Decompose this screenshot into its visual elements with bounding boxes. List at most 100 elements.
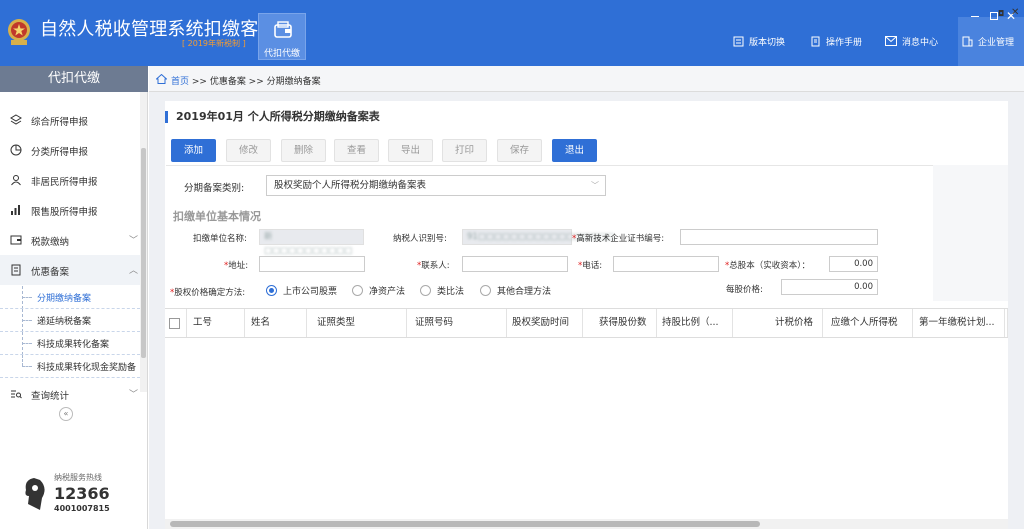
phone-label-text: 电话: <box>582 261 603 271</box>
content-background <box>149 92 1024 101</box>
exit-button[interactable]: 退出 <box>552 139 597 162</box>
wallet-icon <box>10 235 22 245</box>
select-all-checkbox[interactable] <box>169 318 180 329</box>
method-radio-net-assets[interactable]: 净资产法 <box>352 284 405 297</box>
sidebar-item-comprehensive[interactable]: 综合所得申报 <box>0 105 140 135</box>
sidebar-item-tax-payment[interactable]: 税款缴纳 ﹀ <box>0 225 140 255</box>
save-button[interactable]: 保存 <box>497 139 542 162</box>
subitem-label: 分期缴纳备案 <box>37 294 92 304</box>
sidebar-item-restricted-shares[interactable]: 限售股所得申报 <box>0 195 140 225</box>
col-header-id[interactable]: 工号 <box>187 309 245 337</box>
home-icon <box>156 74 167 84</box>
address-input[interactable] <box>259 256 365 272</box>
print-button[interactable]: 打印 <box>442 139 487 162</box>
person-icon <box>11 175 21 186</box>
subitem-label: 科技成果转化备案 <box>37 340 110 350</box>
sidebar-subitem-installment[interactable]: 分期缴纳备案 <box>0 286 140 309</box>
hotline-panel: 纳税服务热线 12366 4001007815 <box>20 472 140 516</box>
wallet-icon <box>274 21 292 38</box>
sidebar-item-label: 查询统计 <box>31 391 70 402</box>
col-header-name[interactable]: 姓名 <box>245 309 307 337</box>
col-header-shares[interactable]: 获得股份数 <box>583 309 657 337</box>
breadcrumb-home-link[interactable]: 首页 <box>171 77 189 87</box>
delete-button[interactable]: 删除 <box>281 139 326 162</box>
sidebar-item-nonresident[interactable]: 非居民所得申报 <box>0 165 140 195</box>
hotline-number: 12366 <box>54 484 110 503</box>
manual-label: 操作手册 <box>826 37 863 48</box>
maximize-button[interactable] <box>990 12 998 20</box>
share-price-label: 每股价格: <box>726 285 763 295</box>
col-header-ratio[interactable]: 持股比例（... <box>657 309 733 337</box>
subitem-label: 递延纳税备案 <box>37 317 92 327</box>
breadcrumb: 首页 >> 优惠备案 >> 分期缴纳备案 <box>149 66 1024 92</box>
address-label-text: 地址: <box>228 261 249 271</box>
sidebar-item-label: 分类所得申报 <box>31 147 89 158</box>
col-header-tax-due[interactable]: 应缴个人所得税 <box>823 309 913 337</box>
module-tab-withholding[interactable]: 代扣代缴 <box>258 13 306 60</box>
breadcrumb-path: >> 优惠备案 >> 分期缴纳备案 <box>189 77 321 87</box>
col-header-award-time[interactable]: 股权奖励时间 <box>507 309 583 337</box>
phone-input[interactable] <box>613 256 719 272</box>
export-button[interactable]: 导出 <box>388 139 433 162</box>
app-title: 自然人税收管理系统扣缴客户端 <box>40 19 295 40</box>
org-name-field: 新□□□□□□□□□□□ <box>259 229 364 256</box>
horizontal-scroll-thumb[interactable] <box>170 521 760 527</box>
query-icon <box>11 390 22 399</box>
message-center-button[interactable]: 消息中心 <box>885 34 938 48</box>
sidebar-item-query[interactable]: 查询统计 ﹀ <box>0 379 140 409</box>
method-option-label: 上市公司股票 <box>283 287 338 297</box>
view-button[interactable]: 查看 <box>334 139 379 162</box>
hotline-number-2: 4001007815 <box>54 504 110 513</box>
edit-button[interactable]: 修改 <box>226 139 271 162</box>
method-label: *股权价格确定方法: <box>170 288 246 298</box>
building-icon <box>962 36 973 46</box>
sidebar-header: 代扣代缴 <box>0 66 148 92</box>
sidebar-subitem-tech-transfer[interactable]: 科技成果转化备案 <box>0 332 140 355</box>
chevron-down-icon: ﹀ <box>591 181 599 190</box>
switch-icon <box>733 36 744 46</box>
app-subtitle: [ 2019年新税制 ] <box>182 39 246 48</box>
cert-label: *高新技术企业证书编号: <box>572 234 665 244</box>
share-price-input[interactable]: 0.00 <box>781 279 878 295</box>
contact-input[interactable] <box>462 256 568 272</box>
sidebar-item-classified[interactable]: 分类所得申报 <box>0 135 140 165</box>
cert-number-input[interactable] <box>680 229 878 245</box>
col-header-id-number[interactable]: 证照号码 <box>407 309 507 337</box>
minimize-button[interactable] <box>971 16 979 17</box>
category-label: 分期备案类别: <box>184 183 245 194</box>
pie-icon <box>10 144 22 156</box>
cert-label-text: 高新技术企业证书编号: <box>576 234 665 244</box>
col-header-first-year-plan[interactable]: 第一年缴税计划... <box>913 309 1005 337</box>
bars-icon <box>11 205 20 215</box>
restore-icon[interactable]: ◘ <box>998 9 1004 18</box>
sidebar-item-preferential-filing[interactable]: 优惠备案 ︿ <box>0 255 140 285</box>
method-radio-analogy[interactable]: 类比法 <box>420 284 464 297</box>
collapse-sidebar-button[interactable]: « <box>59 407 73 421</box>
chevron-down-icon: ﹀ <box>128 390 138 400</box>
manual-button[interactable]: 操作手册 <box>810 34 862 48</box>
close-tab-button[interactable]: ✕ <box>1011 7 1019 18</box>
col-header-tax-price[interactable]: 计税价格 <box>733 309 823 337</box>
content-background <box>149 92 165 529</box>
col-header-overflow[interactable]: 第 <box>1005 309 1008 337</box>
sidebar-item-label: 综合所得申报 <box>31 117 89 128</box>
manual-icon <box>811 36 820 46</box>
mail-icon <box>885 36 897 46</box>
enterprise-manage-button[interactable]: 企业管理 <box>962 34 1014 48</box>
sidebar-subitem-tech-cash-reward[interactable]: 科技成果转化现金奖励备 <box>0 355 140 378</box>
org-name-label: 扣缴单位名称: <box>193 234 247 244</box>
chevron-down-icon: ﹀ <box>128 236 138 246</box>
add-button[interactable]: 添加 <box>171 139 216 162</box>
sidebar-scroll-thumb[interactable] <box>141 148 146 358</box>
contact-label: *联系人: <box>417 261 450 271</box>
sidebar-item-label: 优惠备案 <box>31 267 70 278</box>
version-switch-button[interactable]: 版本切换 <box>733 34 785 48</box>
sidebar-subitem-deferred[interactable]: 递延纳税备案 <box>0 309 140 332</box>
national-emblem-icon <box>8 19 30 45</box>
col-header-id-type[interactable]: 证照类型 <box>307 309 407 337</box>
category-select[interactable]: 股权奖励个人所得税分期缴纳备案表 ﹀ <box>266 175 606 196</box>
capital-input[interactable]: 0.00 <box>829 256 878 272</box>
method-radio-listed[interactable]: 上市公司股票 <box>266 284 337 297</box>
hotline-label: 纳税服务热线 <box>54 473 102 482</box>
method-radio-other[interactable]: 其他合理方法 <box>480 284 551 297</box>
